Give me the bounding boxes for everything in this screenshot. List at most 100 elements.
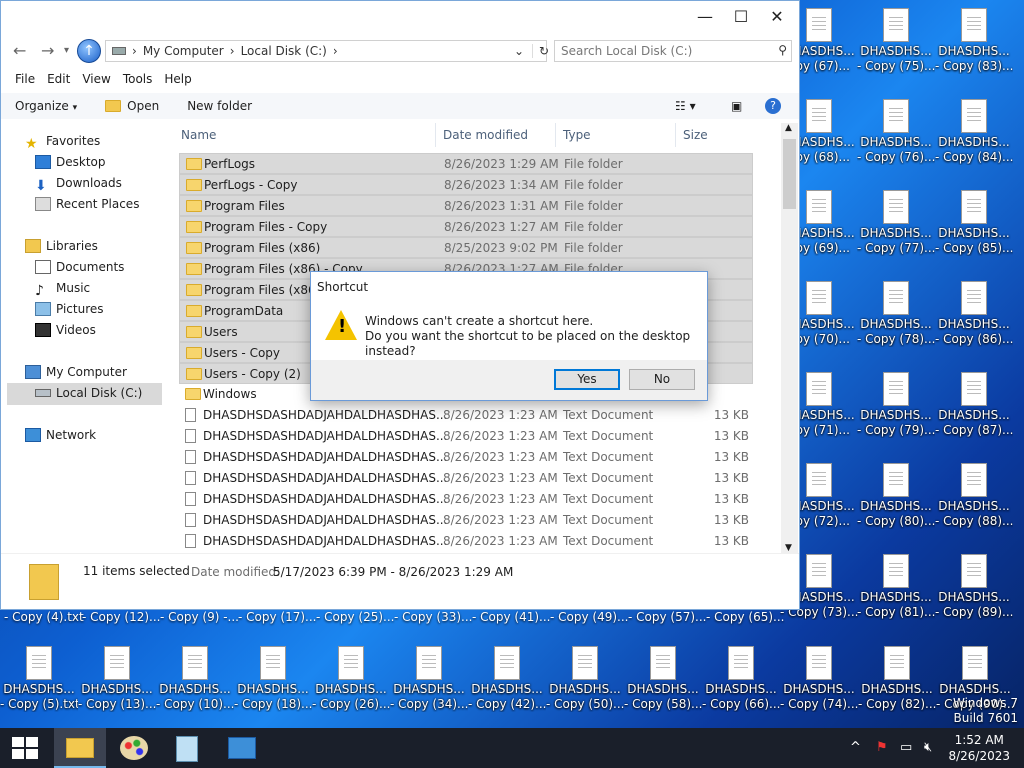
desktop-icon-label[interactable]: - Copy (49)... <box>550 610 628 624</box>
desktop-file-icon[interactable]: DHASDHS... - Copy (50)... <box>546 646 624 712</box>
menu-file[interactable]: File <box>9 69 41 91</box>
desktop-file-icon[interactable]: DHASDHS... - Copy (85)... <box>935 190 1013 256</box>
help-icon[interactable]: ? <box>765 98 781 114</box>
desktop-file-icon[interactable]: DHASDHS... - Copy (89)... <box>935 554 1013 620</box>
close-button[interactable]: ✕ <box>759 3 795 31</box>
menu-edit[interactable]: Edit <box>41 69 76 91</box>
desktop-file-icon[interactable]: DHASDHS... - Copy (10)... <box>156 646 234 712</box>
desktop-file-icon[interactable]: DHASDHS... - Copy (42)... <box>468 646 546 712</box>
table-row[interactable]: DHASDHSDASHDADJAHDALDHASDHAS... 8/26/2023… <box>179 510 753 531</box>
menu-help[interactable]: Help <box>158 69 197 91</box>
table-row[interactable]: Program Files 8/26/2023 1:31 AM File folde… <box>179 195 753 216</box>
desktop-file-icon[interactable]: DHASDHS... - Copy (84)... <box>935 99 1013 165</box>
view-options-icon[interactable]: ☷ ▾ <box>675 99 696 113</box>
desktop-icon-label[interactable]: - Copy (57)... <box>628 610 706 624</box>
desktop-file-icon[interactable]: DHASDHS... - Copy (77)... <box>857 190 935 256</box>
show-hidden-icons-icon[interactable]: ^ <box>850 740 861 755</box>
table-row[interactable]: DHASDHSDASHDADJAHDALDHASDHAS... 8/26/2023… <box>179 447 753 468</box>
desktop-file-icon[interactable]: DHASDHS... - Copy (76)... <box>857 99 935 165</box>
table-row[interactable]: DHASDHSDASHDADJAHDALDHASDHAS... 8/26/2023… <box>179 531 753 552</box>
desktop-icon-label[interactable]: - Copy (33)... <box>394 610 472 624</box>
nav-pictures[interactable]: Pictures <box>35 302 104 316</box>
desktop-file-icon[interactable]: DHASDHS... - Copy (34)... <box>390 646 468 712</box>
recent-locations-chevron-icon[interactable]: ▾ <box>64 45 69 56</box>
organize-button[interactable]: Organize ▾ <box>15 99 77 113</box>
taskbar-paint[interactable] <box>108 728 160 768</box>
minimize-button[interactable]: — <box>687 3 723 31</box>
back-arrow-icon[interactable]: ← <box>13 41 26 60</box>
search-icon[interactable]: ⚲ <box>778 43 787 57</box>
address-dropdown-icon[interactable]: ⌄ <box>514 44 524 58</box>
desktop-file-icon[interactable]: DHASDHS... - Copy (66)... <box>702 646 780 712</box>
nav-documents[interactable]: Documents <box>35 260 124 274</box>
desktop-file-icon[interactable]: DHASDHS... - Copy (74)... <box>780 646 858 712</box>
menu-view[interactable]: View <box>76 69 116 91</box>
desktop-icon-label[interactable]: - Copy (4).txt <box>4 610 84 624</box>
column-size[interactable]: Size <box>683 128 708 142</box>
scroll-up-icon[interactable]: ▲ <box>785 123 792 133</box>
network-tray-icon[interactable]: ▭ <box>900 740 912 755</box>
desktop-file-icon[interactable]: DHASDHS... - Copy (13)... <box>78 646 156 712</box>
table-row[interactable]: PerfLogs 8/26/2023 1:29 AM File folder <box>179 153 753 174</box>
title-bar[interactable]: — ☐ ✕ <box>1 1 799 35</box>
desktop-file-icon[interactable]: DHASDHS... - Copy (58)... <box>624 646 702 712</box>
address-bar[interactable]: › My Computer › Local Disk (C:) › ⌄ ↻ <box>105 40 549 62</box>
column-name[interactable]: Name <box>181 128 216 142</box>
breadcrumb-my-computer[interactable]: My Computer <box>143 44 224 58</box>
table-row[interactable]: DHASDHSDASHDADJAHDALDHASDHAS... 8/26/2023… <box>179 468 753 489</box>
desktop-file-icon[interactable]: DHASDHS... - Copy (26)... <box>312 646 390 712</box>
desktop-file-icon[interactable]: DHASDHS... - Copy (82)... <box>858 646 936 712</box>
desktop-file-icon[interactable]: DHASDHS... - Copy (79)... <box>857 372 935 438</box>
nav-recent-places[interactable]: Recent Places <box>35 197 139 211</box>
no-button[interactable]: No <box>629 369 695 390</box>
nav-videos[interactable]: Videos <box>35 323 96 337</box>
start-button[interactable] <box>0 728 52 768</box>
nav-network[interactable]: Network <box>25 428 96 442</box>
desktop-icon-label[interactable]: - Copy (25)... <box>316 610 394 624</box>
clock[interactable]: 1:52 AM 8/26/2023 <box>948 732 1010 764</box>
table-row[interactable]: DHASDHSDASHDADJAHDALDHASDHAS... 8/26/2023… <box>179 405 753 426</box>
scroll-thumb[interactable] <box>783 139 796 209</box>
volume-muted-icon[interactable]: 🔇︎ <box>924 740 932 755</box>
desktop-file-icon[interactable]: DHASDHS... - Copy (78)... <box>857 281 935 347</box>
nav-local-disk[interactable]: Local Disk (C:) <box>7 383 162 405</box>
table-row[interactable]: Program Files - Copy 8/26/2023 1:27 AM Fil… <box>179 216 753 237</box>
taskbar-notepad[interactable] <box>162 728 214 768</box>
forward-arrow-icon[interactable]: → <box>41 41 54 60</box>
table-row[interactable]: Program Files (x86) 8/25/2023 9:02 PM File… <box>179 237 753 258</box>
up-arrow-icon[interactable]: ↑ <box>77 39 101 63</box>
column-date-modified[interactable]: Date modified <box>443 128 528 142</box>
maximize-button[interactable]: ☐ <box>723 3 759 31</box>
desktop-icon-label[interactable]: - Copy (12)... <box>82 610 160 624</box>
nav-downloads[interactable]: ⬇ Downloads <box>35 176 122 194</box>
nav-music[interactable]: ♪ Music <box>35 281 90 299</box>
desktop-file-icon[interactable]: DHASDHS... - Copy (81)... <box>857 554 935 620</box>
desktop-icon-label[interactable]: - Copy (65)... <box>706 610 784 624</box>
menu-tools[interactable]: Tools <box>117 69 159 91</box>
desktop-file-icon[interactable]: DHASDHS... - Copy (88)... <box>935 463 1013 529</box>
yes-button[interactable]: Yes <box>554 369 620 390</box>
table-row[interactable]: PerfLogs - Copy 8/26/2023 1:34 AM File fol… <box>179 174 753 195</box>
desktop-icon-label[interactable]: - Copy (41)... <box>472 610 550 624</box>
table-row[interactable]: DHASDHSDASHDADJAHDALDHASDHAS... 8/26/2023… <box>179 489 753 510</box>
desktop-file-icon[interactable]: DHASDHS... - Copy (87)... <box>935 372 1013 438</box>
breadcrumb-local-disk[interactable]: Local Disk (C:) <box>241 44 327 58</box>
desktop-file-icon[interactable]: DHASDHS... - Copy (5).txt <box>0 646 78 712</box>
search-input[interactable]: Search Local Disk (C:) ⚲ <box>554 40 792 62</box>
desktop-file-icon[interactable]: DHASDHS... - Copy (80)... <box>857 463 935 529</box>
refresh-icon[interactable]: ↻ <box>532 44 549 58</box>
nav-libraries[interactable]: Libraries <box>25 239 98 253</box>
nav-my-computer[interactable]: My Computer <box>25 365 127 379</box>
desktop-file-icon[interactable]: DHASDHS... - Copy (86)... <box>935 281 1013 347</box>
desktop-file-icon[interactable]: DHASDHS... - Copy (83)... <box>935 8 1013 74</box>
vertical-scrollbar[interactable]: ▲ ▼ <box>781 123 798 553</box>
desktop-icon-label[interactable]: - Copy (17)... <box>238 610 316 624</box>
new-folder-button[interactable]: New folder <box>187 99 252 113</box>
taskbar-explorer[interactable] <box>54 728 106 768</box>
taskbar-control-panel[interactable] <box>216 728 268 768</box>
scroll-down-icon[interactable]: ▼ <box>785 543 792 553</box>
nav-favorites[interactable]: ★ Favorites <box>25 134 100 152</box>
column-type[interactable]: Type <box>563 128 591 142</box>
open-button[interactable]: Open <box>105 99 159 113</box>
nav-desktop[interactable]: Desktop <box>35 155 106 169</box>
